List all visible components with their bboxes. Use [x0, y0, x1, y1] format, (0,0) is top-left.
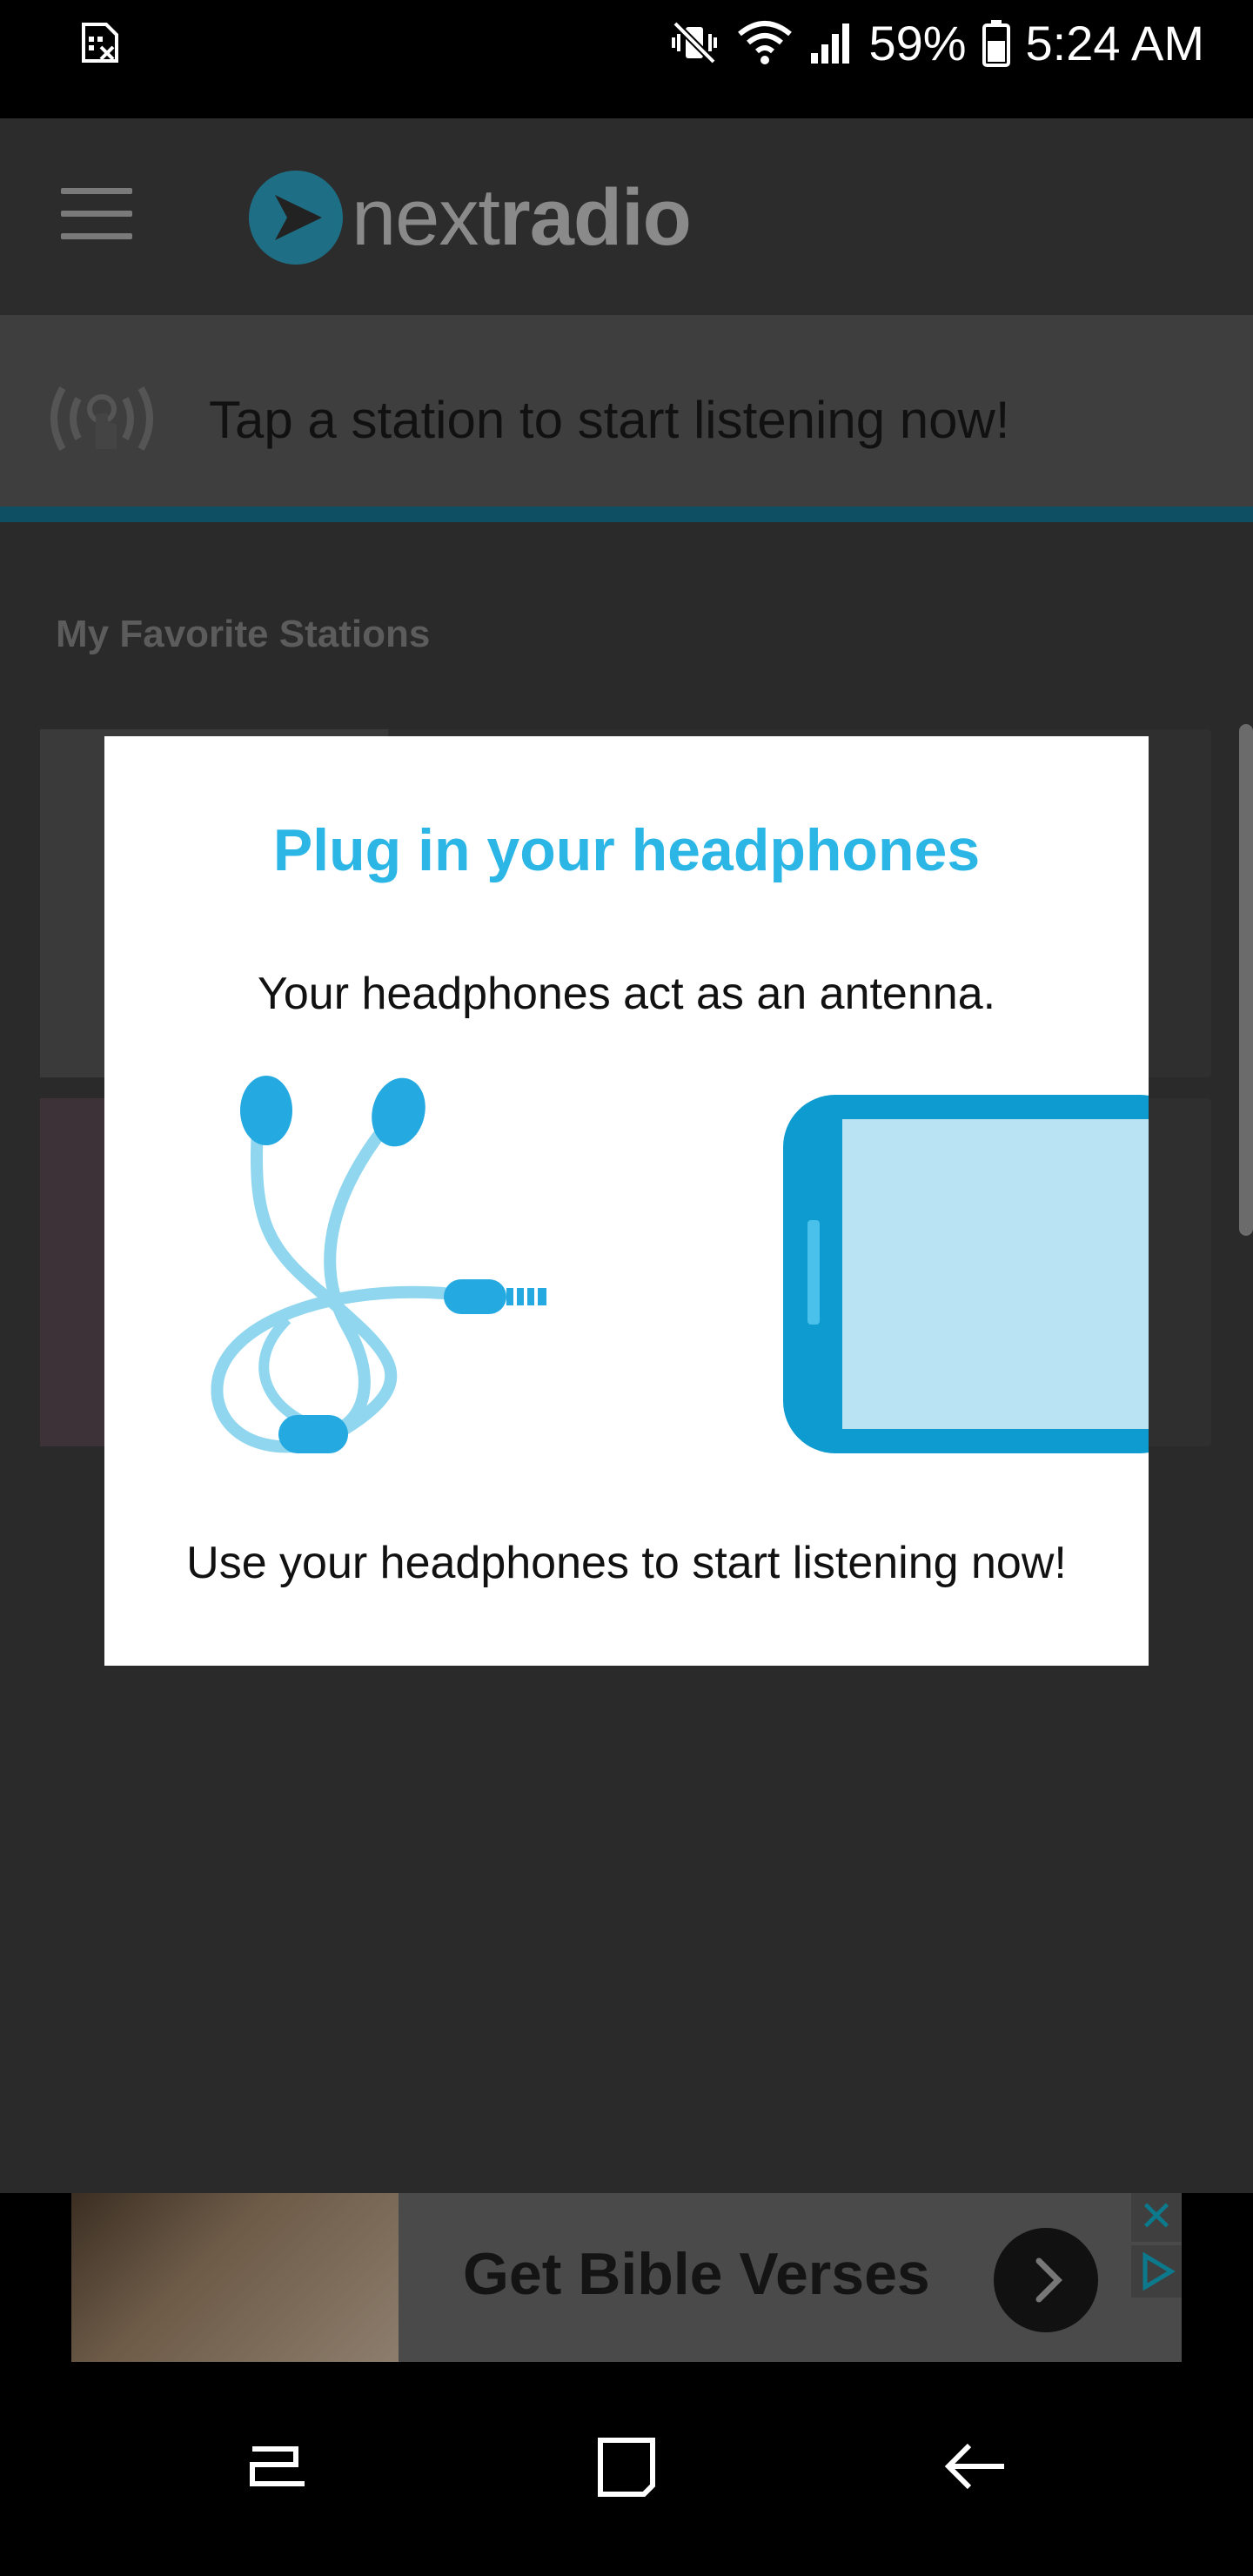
ad-close-button[interactable]: ✕: [1131, 2193, 1182, 2242]
clock: 5:24 AM: [1025, 15, 1204, 70]
logo-play-icon: [249, 171, 343, 265]
logo-text-radio: radio: [499, 172, 692, 262]
mute-vibrate-icon: [672, 21, 718, 64]
phone-illustration: [783, 1095, 1149, 1453]
nextradio-logo: nextradio: [249, 169, 692, 266]
tap-station-banner: Tap a station to start listening now!: [0, 315, 1253, 522]
dialog-subtitle: Your headphones act as an antenna.: [257, 969, 996, 1019]
ad-banner[interactable]: Get Bible Verses ✕: [71, 2193, 1182, 2362]
status-bar: 59% 5:24 AM: [0, 0, 1253, 118]
hamburger-menu-icon[interactable]: [61, 188, 132, 245]
battery-icon: [982, 20, 1010, 67]
earbuds-illustration: [211, 1076, 546, 1453]
tap-banner-text: Tap a station to start listening now!: [209, 391, 1010, 449]
back-arrow-icon[interactable]: [935, 2423, 1022, 2510]
signal-icon: [811, 23, 850, 64]
favorites-heading: My Favorite Stations: [56, 613, 431, 655]
dialog-footer-text: Use your headphones to start listening n…: [186, 1538, 1067, 1588]
status-icons: 59% 5:24 AM: [670, 12, 1204, 73]
headphones-dialog: Plug in your headphones Your headphones …: [104, 736, 1149, 1666]
system-navigation-bar: [0, 2362, 1253, 2576]
app-toolbar: nextradio: [0, 118, 1253, 315]
ad-image: [71, 2193, 399, 2362]
tap-finger-icon: [50, 386, 153, 451]
dialog-title: Plug in your headphones: [272, 817, 981, 883]
ad-arrow-button[interactable]: [994, 2228, 1098, 2332]
wifi-icon: [738, 21, 793, 64]
logo-text-next: next: [352, 172, 500, 262]
ad-choices-icon[interactable]: [1131, 2245, 1182, 2298]
ad-text: Get Bible Verses: [463, 2241, 930, 2307]
scrollbar[interactable]: [1239, 724, 1253, 1236]
battery-percent: 59%: [868, 15, 967, 70]
no-sim-icon: [82, 23, 118, 63]
chevron-right-icon: [1035, 2257, 1062, 2303]
recent-apps-icon[interactable]: [235, 2423, 322, 2510]
home-button-icon[interactable]: [583, 2423, 670, 2510]
